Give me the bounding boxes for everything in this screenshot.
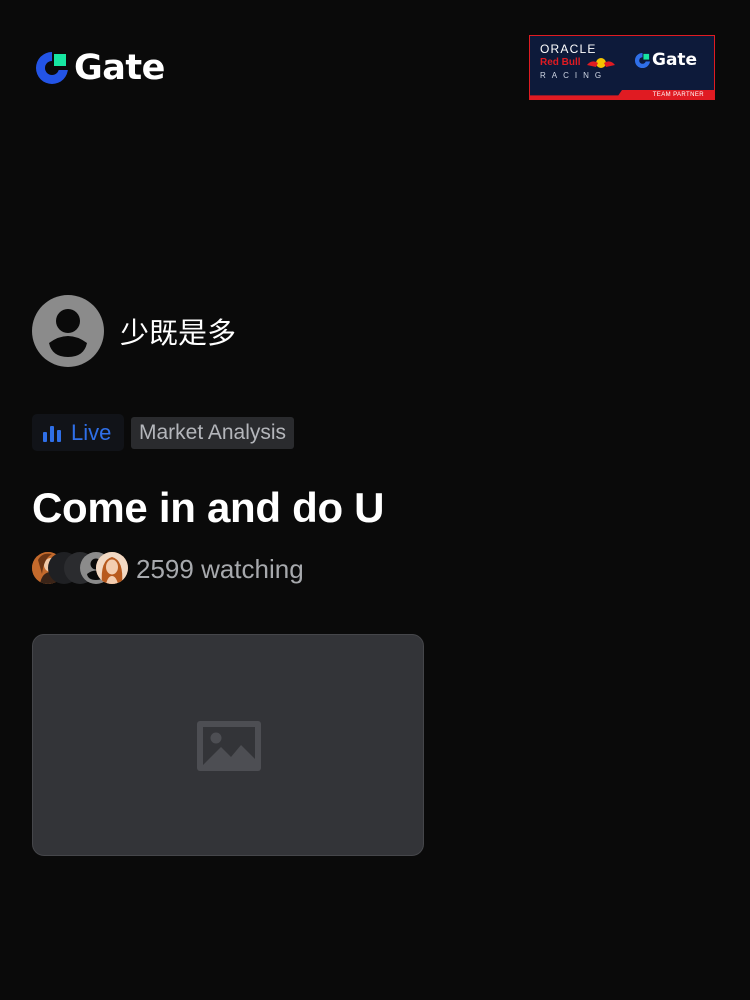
gate-logo[interactable]: Gate bbox=[34, 48, 165, 88]
gate-mini-icon bbox=[634, 52, 651, 68]
default-avatar-icon bbox=[49, 309, 87, 357]
bar-chart-icon bbox=[43, 425, 61, 442]
team-partner-badge[interactable]: ORACLE Red Bull RACING Gate TEAM PARTNER bbox=[529, 35, 715, 100]
team-partner-label: TEAM PARTNER bbox=[652, 92, 704, 98]
redbull-label: Red Bull bbox=[540, 57, 581, 68]
category-tag[interactable]: Market Analysis bbox=[131, 417, 295, 449]
viewer-avatars bbox=[32, 552, 132, 584]
live-badge: Live bbox=[32, 414, 124, 451]
live-label: Live bbox=[71, 419, 112, 445]
stream-title: Come in and do U bbox=[32, 484, 385, 531]
bull-icon bbox=[587, 58, 615, 68]
oracle-label: ORACLE bbox=[540, 42, 597, 56]
viewer-avatar bbox=[96, 552, 128, 584]
gate-logo-icon bbox=[36, 52, 68, 84]
gate-mini-wordmark: Gate bbox=[652, 50, 698, 70]
racing-label: RACING bbox=[540, 71, 608, 80]
image-placeholder-icon bbox=[197, 721, 261, 771]
stream-preview[interactable] bbox=[32, 634, 424, 856]
host-avatar[interactable] bbox=[32, 295, 104, 367]
oracle-redbull-logo: ORACLE Red Bull RACING bbox=[530, 36, 628, 92]
viewer-count: 2599 watching bbox=[136, 554, 304, 584]
gate-mini-logo: Gate bbox=[634, 50, 697, 70]
brand-wordmark: Gate bbox=[74, 47, 165, 88]
host-name[interactable]: 少既是多 bbox=[120, 313, 236, 353]
